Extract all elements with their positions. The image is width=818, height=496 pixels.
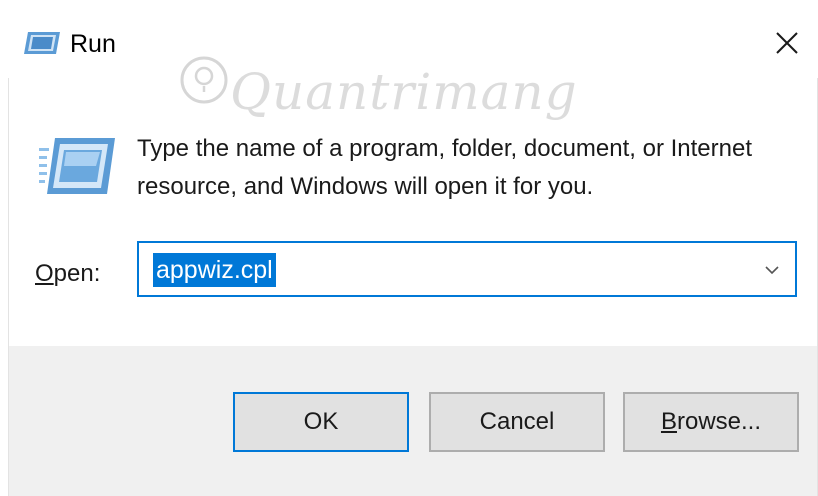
- browse-mnemonic: B: [660, 408, 677, 435]
- dialog-description: Type the name of a program, folder, docu…: [137, 135, 753, 200]
- browse-label: rowse...: [676, 408, 762, 435]
- browse-button[interactable]: Browse...: [623, 392, 799, 452]
- dialog-content: Type the name of a program, folder, docu…: [8, 78, 818, 346]
- cancel-button[interactable]: Cancel: [429, 392, 605, 452]
- open-input[interactable]: appwiz.cpl: [153, 253, 276, 287]
- run-icon: [24, 32, 60, 54]
- open-combobox[interactable]: appwiz.cpl: [137, 241, 797, 297]
- open-label-mnemonic: O: [35, 260, 54, 287]
- window-title: Run: [70, 30, 116, 58]
- close-button[interactable]: [760, 18, 812, 68]
- dropdown-button[interactable]: [759, 257, 785, 283]
- dialog-footer: OK Cancel Browse...: [8, 346, 818, 496]
- chevron-down-icon: [765, 266, 779, 275]
- open-label: Open:: [35, 260, 100, 288]
- open-label-text: pen:: [53, 260, 101, 287]
- close-icon: [776, 32, 798, 54]
- run-program-icon: [39, 138, 115, 194]
- title-bar: Run: [0, 0, 818, 78]
- ok-button[interactable]: OK: [233, 392, 409, 452]
